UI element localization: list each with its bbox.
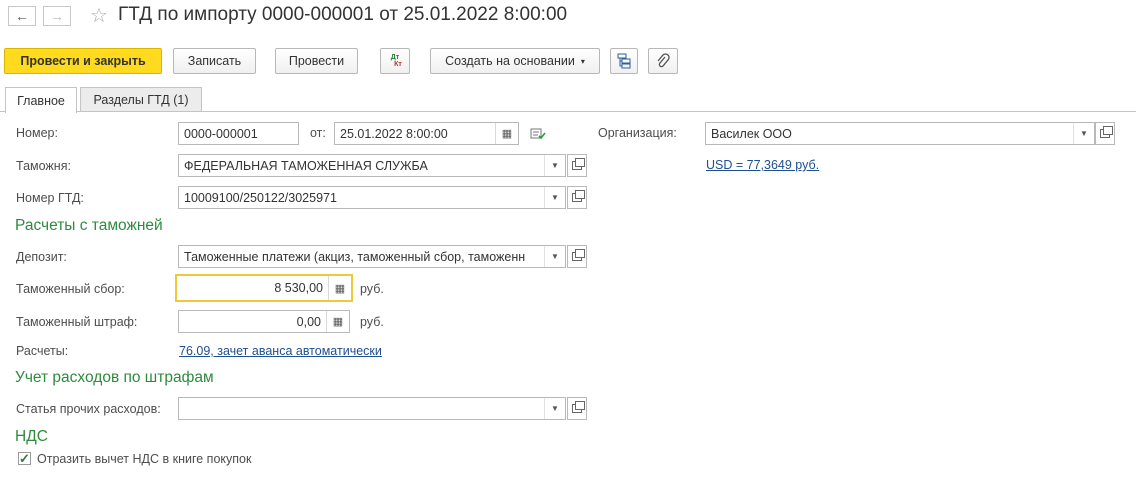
deposit-label: Депозит: — [16, 250, 67, 264]
expense-item-label: Статья прочих расходов: — [16, 402, 161, 416]
customs-fee-value: 8 530,00 — [274, 281, 323, 295]
date-value: 25.01.2022 8:00:00 — [340, 126, 448, 141]
deposit-dropdown-button[interactable]: ▼ — [544, 246, 565, 267]
star-icon[interactable]: ☆ — [90, 3, 108, 28]
currency-rate-link[interactable]: USD = 77,3649 руб. — [706, 158, 819, 172]
fine-calculator-button[interactable]: ▦ — [326, 311, 349, 332]
date-from-label: от: — [310, 126, 326, 140]
section-customs-settlements: Расчеты с таможней — [15, 217, 163, 234]
customs-label: Таможня: — [16, 159, 71, 173]
checkmark-icon: ✓ — [19, 450, 30, 466]
customs-fine-label: Таможенный штраф: — [16, 315, 138, 329]
customs-fine-unit: руб. — [360, 315, 384, 329]
dt-label: Дт — [390, 54, 400, 61]
create-based-on-label: Создать на основании — [445, 54, 575, 68]
calculator-icon: ▦ — [332, 316, 344, 328]
post-and-close-button[interactable]: Провести и закрыть — [4, 48, 162, 74]
customs-fine-field[interactable]: 0,00 ▦ — [178, 310, 350, 333]
organization-value: Василек ООО — [711, 126, 792, 141]
calculator-icon: ▦ — [334, 282, 346, 295]
expense-item-open-button[interactable] — [567, 397, 587, 420]
deposit-open-button[interactable] — [567, 245, 587, 268]
gtd-number-dropdown-button[interactable]: ▼ — [544, 187, 565, 208]
chevron-down-icon: ▼ — [551, 193, 559, 202]
open-icon — [572, 401, 585, 413]
section-fines-expenses: Учет расходов по штрафам — [15, 369, 214, 386]
deposit-value: Таможенные платежи (акциз, таможенный сб… — [184, 249, 526, 264]
fee-calculator-button[interactable]: ▦ — [328, 276, 351, 300]
structure-icon — [617, 53, 631, 69]
open-icon — [572, 190, 585, 202]
page-title: ГТД по импорту 0000-000001 от 25.01.2022… — [118, 4, 568, 25]
expense-item-field[interactable]: ▼ — [178, 397, 566, 420]
dt-kt-button[interactable]: Дт Кт — [380, 48, 410, 74]
tab-main[interactable]: Главное — [5, 87, 77, 113]
organization-label: Организация: — [598, 126, 677, 140]
document-check-icon[interactable] — [530, 127, 546, 141]
number-field[interactable]: 0000-000001 — [178, 122, 299, 145]
organization-field[interactable]: Василек ООО ▼ — [705, 122, 1095, 145]
open-icon — [572, 158, 585, 170]
chevron-down-icon: ▼ — [1080, 129, 1088, 138]
gtd-number-value: 10009100/250122/3025971 — [184, 190, 337, 205]
calendar-icon: ▦ — [501, 128, 513, 140]
customs-fee-field[interactable]: 8 530,00 ▦ — [175, 274, 353, 302]
save-button[interactable]: Записать — [173, 48, 256, 74]
arrow-right-icon: → — [50, 8, 64, 24]
vat-deduction-label: Отразить вычет НДС в книге покупок — [37, 452, 252, 466]
kt-label: Кт — [394, 61, 402, 68]
forward-button[interactable]: → — [43, 6, 71, 26]
organization-dropdown-button[interactable]: ▼ — [1073, 123, 1094, 144]
calendar-button[interactable]: ▦ — [495, 123, 518, 144]
settlements-link[interactable]: 76.09, зачет аванса автоматически — [179, 344, 382, 358]
settlements-label: Расчеты: — [16, 344, 69, 358]
customs-open-button[interactable] — [567, 154, 587, 177]
number-label: Номер: — [16, 126, 58, 140]
chevron-down-icon: ▼ — [551, 252, 559, 261]
customs-fee-label: Таможенный сбор: — [16, 282, 125, 296]
customs-value: ФЕДЕРАЛЬНАЯ ТАМОЖЕННАЯ СЛУЖБА — [184, 158, 428, 173]
gtd-number-label: Номер ГТД: — [16, 191, 84, 205]
post-button[interactable]: Провести — [275, 48, 358, 74]
expense-item-dropdown-button[interactable]: ▼ — [544, 398, 565, 419]
date-field[interactable]: 25.01.2022 8:00:00 ▦ — [334, 122, 519, 145]
open-icon — [1100, 126, 1113, 138]
section-vat: НДС — [15, 428, 48, 445]
customs-dropdown-button[interactable]: ▼ — [544, 155, 565, 176]
back-button[interactable]: ← — [8, 6, 36, 26]
paperclip-icon — [657, 53, 670, 68]
create-based-on-button[interactable]: Создать на основании ▾ — [430, 48, 600, 74]
arrow-left-icon: ← — [15, 8, 29, 24]
gtd-number-open-button[interactable] — [567, 186, 587, 209]
tab-divider — [0, 111, 1136, 112]
attach-button[interactable] — [648, 48, 678, 74]
tab-gtd-sections[interactable]: Разделы ГТД (1) — [80, 87, 202, 112]
deposit-field[interactable]: Таможенные платежи (акциз, таможенный сб… — [178, 245, 566, 268]
open-icon — [572, 249, 585, 261]
customs-fee-unit: руб. — [360, 282, 384, 296]
gtd-number-field[interactable]: 10009100/250122/3025971 ▼ — [178, 186, 566, 209]
vat-deduction-checkbox[interactable]: ✓ — [18, 450, 31, 466]
customs-field[interactable]: ФЕДЕРАЛЬНАЯ ТАМОЖЕННАЯ СЛУЖБА ▼ — [178, 154, 566, 177]
organization-open-button[interactable] — [1095, 122, 1115, 145]
chevron-down-icon: ▼ — [551, 161, 559, 170]
structure-button[interactable] — [610, 48, 638, 74]
chevron-down-icon: ▾ — [580, 56, 585, 66]
customs-fine-value: 0,00 — [296, 314, 321, 329]
chevron-down-icon: ▼ — [551, 404, 559, 413]
